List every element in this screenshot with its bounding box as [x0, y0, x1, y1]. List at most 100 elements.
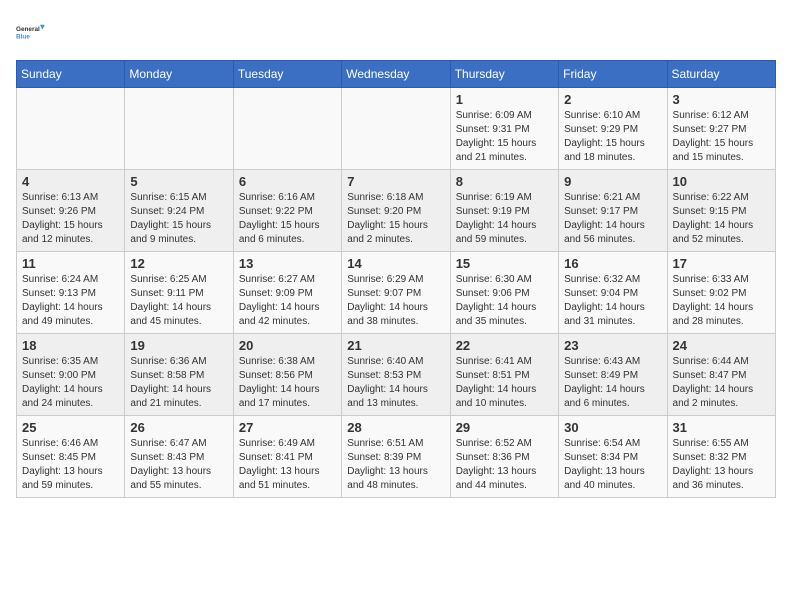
- calendar-cell: [17, 88, 125, 170]
- calendar-cell: 19 Sunrise: 6:36 AM Sunset: 8:58 PM Dayli…: [125, 334, 233, 416]
- calendar-cell: 28 Sunrise: 6:51 AM Sunset: 8:39 PM Dayli…: [342, 416, 450, 498]
- calendar-week-2: 4 Sunrise: 6:13 AM Sunset: 9:26 PM Daylig…: [17, 170, 776, 252]
- weekday-header-row: SundayMondayTuesdayWednesdayThursdayFrid…: [17, 61, 776, 88]
- day-info: Sunrise: 6:30 AM Sunset: 9:06 PM Dayligh…: [456, 273, 553, 329]
- day-info: Sunrise: 6:44 AM Sunset: 8:47 PM Dayligh…: [673, 355, 770, 411]
- calendar-cell: [233, 88, 341, 170]
- day-number: 10: [673, 174, 770, 189]
- day-number: 27: [239, 420, 336, 435]
- day-number: 29: [456, 420, 553, 435]
- weekday-header-monday: Monday: [125, 61, 233, 88]
- calendar-week-5: 25Sunrise: 6:46 AM Sunset: 8:45 PM Dayli…: [17, 416, 776, 498]
- day-number: 3: [673, 92, 770, 107]
- calendar-cell: 13Sunrise: 6:27 AM Sunset: 9:09 PM Dayli…: [233, 252, 341, 334]
- day-number: 19: [130, 338, 227, 353]
- day-info: Sunrise: 6:54 AM Sunset: 8:34 PM Dayligh…: [564, 437, 661, 493]
- day-info: Sunrise: 6:09 AM Sunset: 9:31 PM Dayligh…: [456, 109, 553, 165]
- day-info: Sunrise: 6:29 AM Sunset: 9:07 PM Dayligh…: [347, 273, 444, 329]
- calendar-cell: 31 Sunrise: 6:55 AM Sunset: 8:32 PM Dayli…: [667, 416, 775, 498]
- day-info: Sunrise: 6:36 AM Sunset: 8:58 PM Dayligh…: [130, 355, 227, 411]
- day-number: 14: [347, 256, 444, 271]
- logo: GeneralBlue: [16, 16, 48, 48]
- calendar-cell: [342, 88, 450, 170]
- day-info: Sunrise: 6:12 AM Sunset: 9:27 PM Dayligh…: [673, 109, 770, 165]
- day-info: Sunrise: 6:43 AM Sunset: 8:49 PM Dayligh…: [564, 355, 661, 411]
- day-number: 5: [130, 174, 227, 189]
- day-info: Sunrise: 6:13 AM Sunset: 9:26 PM Dayligh…: [22, 191, 119, 247]
- day-info: Sunrise: 6:22 AM Sunset: 9:15 PM Dayligh…: [673, 191, 770, 247]
- day-info: Sunrise: 6:35 AM Sunset: 9:00 PM Dayligh…: [22, 355, 119, 411]
- calendar-cell: 4 Sunrise: 6:13 AM Sunset: 9:26 PM Daylig…: [17, 170, 125, 252]
- calendar-cell: 15Sunrise: 6:30 AM Sunset: 9:06 PM Dayli…: [450, 252, 558, 334]
- day-info: Sunrise: 6:47 AM Sunset: 8:43 PM Dayligh…: [130, 437, 227, 493]
- day-info: Sunrise: 6:18 AM Sunset: 9:20 PM Dayligh…: [347, 191, 444, 247]
- weekday-header-sunday: Sunday: [17, 61, 125, 88]
- day-info: Sunrise: 6:40 AM Sunset: 8:53 PM Dayligh…: [347, 355, 444, 411]
- day-number: 30: [564, 420, 661, 435]
- day-number: 17: [673, 256, 770, 271]
- day-number: 7: [347, 174, 444, 189]
- day-number: 1: [456, 92, 553, 107]
- day-info: Sunrise: 6:52 AM Sunset: 8:36 PM Dayligh…: [456, 437, 553, 493]
- calendar-cell: 20 Sunrise: 6:38 AM Sunset: 8:56 PM Dayli…: [233, 334, 341, 416]
- calendar-cell: 27 Sunrise: 6:49 AM Sunset: 8:41 PM Dayli…: [233, 416, 341, 498]
- calendar-cell: 26 Sunrise: 6:47 AM Sunset: 8:43 PM Dayli…: [125, 416, 233, 498]
- day-info: Sunrise: 6:41 AM Sunset: 8:51 PM Dayligh…: [456, 355, 553, 411]
- day-info: Sunrise: 6:24 AM Sunset: 9:13 PM Dayligh…: [22, 273, 119, 329]
- day-number: 23: [564, 338, 661, 353]
- calendar-week-3: 11 Sunrise: 6:24 AM Sunset: 9:13 PM Dayli…: [17, 252, 776, 334]
- day-number: 11: [22, 256, 119, 271]
- day-number: 22: [456, 338, 553, 353]
- day-number: 25: [22, 420, 119, 435]
- day-number: 6: [239, 174, 336, 189]
- day-info: Sunrise: 6:32 AM Sunset: 9:04 PM Dayligh…: [564, 273, 661, 329]
- day-number: 9: [564, 174, 661, 189]
- day-info: Sunrise: 6:51 AM Sunset: 8:39 PM Dayligh…: [347, 437, 444, 493]
- page-header: GeneralBlue: [16, 16, 776, 48]
- calendar-cell: 9 Sunrise: 6:21 AM Sunset: 9:17 PM Daylig…: [559, 170, 667, 252]
- day-number: 21: [347, 338, 444, 353]
- calendar-cell: 6 Sunrise: 6:16 AM Sunset: 9:22 PM Daylig…: [233, 170, 341, 252]
- calendar-cell: 23 Sunrise: 6:43 AM Sunset: 8:49 PM Dayli…: [559, 334, 667, 416]
- calendar-cell: 22 Sunrise: 6:41 AM Sunset: 8:51 PM Dayli…: [450, 334, 558, 416]
- day-number: 28: [347, 420, 444, 435]
- calendar-cell: 2Sunrise: 6:10 AM Sunset: 9:29 PM Daylig…: [559, 88, 667, 170]
- calendar-week-1: 1 Sunrise: 6:09 AM Sunset: 9:31 PM Daylig…: [17, 88, 776, 170]
- day-number: 4: [22, 174, 119, 189]
- day-info: Sunrise: 6:21 AM Sunset: 9:17 PM Dayligh…: [564, 191, 661, 247]
- weekday-header-wednesday: Wednesday: [342, 61, 450, 88]
- day-number: 24: [673, 338, 770, 353]
- day-number: 8: [456, 174, 553, 189]
- day-info: Sunrise: 6:33 AM Sunset: 9:02 PM Dayligh…: [673, 273, 770, 329]
- weekday-header-friday: Friday: [559, 61, 667, 88]
- day-number: 26: [130, 420, 227, 435]
- calendar-cell: 21 Sunrise: 6:40 AM Sunset: 8:53 PM Dayli…: [342, 334, 450, 416]
- day-number: 13: [239, 256, 336, 271]
- calendar-cell: 16 Sunrise: 6:32 AM Sunset: 9:04 PM Dayli…: [559, 252, 667, 334]
- day-number: 31: [673, 420, 770, 435]
- day-number: 12: [130, 256, 227, 271]
- day-info: Sunrise: 6:16 AM Sunset: 9:22 PM Dayligh…: [239, 191, 336, 247]
- day-number: 16: [564, 256, 661, 271]
- day-number: 2: [564, 92, 661, 107]
- calendar-cell: 14 Sunrise: 6:29 AM Sunset: 9:07 PM Dayli…: [342, 252, 450, 334]
- calendar-cell: 18Sunrise: 6:35 AM Sunset: 9:00 PM Dayli…: [17, 334, 125, 416]
- weekday-header-tuesday: Tuesday: [233, 61, 341, 88]
- weekday-header-saturday: Saturday: [667, 61, 775, 88]
- calendar-table: SundayMondayTuesdayWednesdayThursdayFrid…: [16, 60, 776, 498]
- calendar-cell: [125, 88, 233, 170]
- calendar-cell: 29 Sunrise: 6:52 AM Sunset: 8:36 PM Dayli…: [450, 416, 558, 498]
- day-info: Sunrise: 6:49 AM Sunset: 8:41 PM Dayligh…: [239, 437, 336, 493]
- calendar-cell: 12Sunrise: 6:25 AM Sunset: 9:11 PM Dayli…: [125, 252, 233, 334]
- logo-icon: GeneralBlue: [16, 16, 48, 48]
- svg-text:General: General: [16, 26, 40, 33]
- calendar-cell: 25Sunrise: 6:46 AM Sunset: 8:45 PM Dayli…: [17, 416, 125, 498]
- calendar-cell: 11 Sunrise: 6:24 AM Sunset: 9:13 PM Dayli…: [17, 252, 125, 334]
- day-info: Sunrise: 6:55 AM Sunset: 8:32 PM Dayligh…: [673, 437, 770, 493]
- calendar-cell: 17 Sunrise: 6:33 AM Sunset: 9:02 PM Dayli…: [667, 252, 775, 334]
- calendar-cell: 7 Sunrise: 6:18 AM Sunset: 9:20 PM Daylig…: [342, 170, 450, 252]
- day-number: 20: [239, 338, 336, 353]
- day-info: Sunrise: 6:38 AM Sunset: 8:56 PM Dayligh…: [239, 355, 336, 411]
- calendar-cell: 3 Sunrise: 6:12 AM Sunset: 9:27 PM Daylig…: [667, 88, 775, 170]
- day-info: Sunrise: 6:15 AM Sunset: 9:24 PM Dayligh…: [130, 191, 227, 247]
